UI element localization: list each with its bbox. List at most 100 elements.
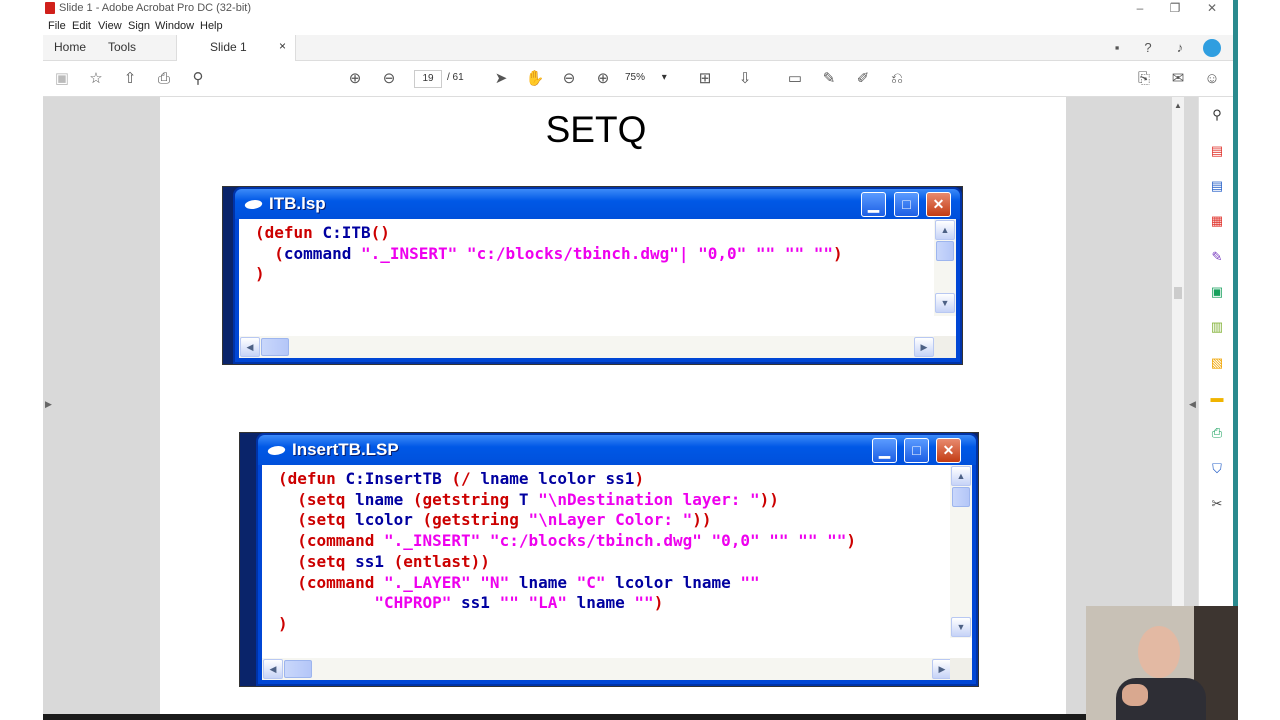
compress-icon[interactable]: ▥ xyxy=(1208,318,1226,336)
scroll-thumb[interactable] xyxy=(1174,287,1182,299)
zoom-select[interactable]: 75% ▾ xyxy=(625,70,671,88)
code-token: ) xyxy=(255,264,265,284)
fill-sign-icon[interactable]: ✎ xyxy=(1208,248,1226,266)
scroll-thumb xyxy=(952,487,970,507)
comment-tool-icon[interactable]: ▬ xyxy=(1208,389,1226,407)
search-zoom-icon[interactable]: ⚲ xyxy=(1208,106,1226,124)
left-panel-toggle-icon[interactable]: ▶ xyxy=(45,399,52,410)
menu-sign[interactable]: Sign xyxy=(128,20,150,32)
bookmark-star-icon[interactable]: ☆ xyxy=(86,69,106,89)
itb-lsp-editor: (defun C:ITB() (command "._INSERT" "c:/b… xyxy=(239,219,956,358)
fit-page-icon[interactable]: ⊞ xyxy=(695,69,715,89)
page-number-input[interactable]: 19 xyxy=(414,70,442,88)
code-token: "" "LA" xyxy=(499,593,577,613)
hand-icon[interactable]: ✋ xyxy=(525,69,545,89)
document-viewer[interactable]: ▶ SETQ ITB.lsp ▁ □ ✕ (defun C:ITB() (com… xyxy=(43,97,1233,720)
comment-icon[interactable]: ▪ xyxy=(1109,40,1125,56)
menu-window[interactable]: Window xyxy=(155,20,194,32)
tab-bar: Home Tools Slide 1 × ▪ ? ♪ xyxy=(43,35,1233,61)
menu-help[interactable]: Help xyxy=(200,20,223,32)
code-token: "C" xyxy=(576,572,616,592)
menu-file[interactable]: File xyxy=(48,20,66,32)
code-token: lname xyxy=(576,593,635,613)
pen-icon[interactable]: ✎ xyxy=(819,69,839,89)
stamp-icon[interactable]: ⎌ xyxy=(887,69,907,89)
code-token: ss1 xyxy=(355,551,394,571)
itb-lsp-frame: ITB.lsp ▁ □ ✕ (defun C:ITB() (command ".… xyxy=(233,187,962,364)
email-icon[interactable]: ✉ xyxy=(1168,69,1188,89)
code-line: ) xyxy=(255,264,843,285)
organize-pages-icon[interactable]: ▦ xyxy=(1208,212,1226,230)
bell-icon[interactable]: ♪ xyxy=(1172,40,1188,56)
scan-icon[interactable]: ▧ xyxy=(1208,354,1226,372)
itb-lsp-title: ITB.lsp xyxy=(269,194,326,213)
tab-home[interactable]: Home xyxy=(54,40,86,54)
save-icon[interactable]: ▣ xyxy=(52,69,72,89)
code-token: "\nDestination layer: " xyxy=(538,489,760,509)
close-icon[interactable]: ✕ xyxy=(1202,1,1222,15)
code-token: "._LAYER" "N" xyxy=(383,572,519,592)
code-token: (setq xyxy=(278,551,356,571)
print-production-icon[interactable]: ⎙ xyxy=(1208,424,1226,442)
scroll-mode-icon[interactable]: ⇩ xyxy=(735,69,755,89)
code-token: C:ITB xyxy=(322,223,371,242)
right-panel-toggle-icon[interactable]: ◀ xyxy=(1189,399,1196,410)
add-person-icon[interactable]: ☺ xyxy=(1202,69,1222,89)
minimize-icon: ▁ xyxy=(861,192,886,217)
code-token: (command xyxy=(278,572,384,592)
scroll-right-icon: ▶ xyxy=(932,659,952,679)
zoom-out-search-icon[interactable]: ⚲ xyxy=(188,69,208,89)
left-desktop-strip xyxy=(0,0,43,720)
title-bar: Slide 1 - Adobe Acrobat Pro DC (32-bit) … xyxy=(43,0,1233,18)
comment-tool-icon[interactable]: ▭ xyxy=(785,69,805,89)
tab-close-icon[interactable]: × xyxy=(279,39,286,53)
inserttb-lsp-titlebar: InsertTB.LSP ▁ □ ✕ xyxy=(258,435,976,465)
scroll-up-icon[interactable]: ▲ xyxy=(1174,101,1182,110)
zoom-in-icon[interactable]: ⊕ xyxy=(593,69,613,89)
code-token: "._INSERT" "c:/blocks/tbinch.dwg"| "0,0"… xyxy=(360,243,833,263)
inserttb-lsp-code: (defun C:InsertTB (/ lname lcolor ss1) (… xyxy=(278,469,856,635)
inserttb-lsp-window: InsertTB.LSP ▁ □ ✕ (defun C:InsertTB (/ … xyxy=(239,432,979,687)
export-pdf-icon[interactable]: ▤ xyxy=(1208,177,1226,195)
scroll-up-icon: ▲ xyxy=(935,220,955,240)
maximize-icon: □ xyxy=(904,438,929,463)
code-token: ss1 xyxy=(461,593,500,613)
resize-grip xyxy=(934,336,956,358)
taskbar xyxy=(43,714,1233,720)
menu-edit[interactable]: Edit xyxy=(72,20,91,32)
code-token: (setq xyxy=(278,510,356,530)
inserttb-lsp-editor: (defun C:InsertTB (/ lname lcolor ss1) (… xyxy=(262,465,972,680)
print-icon[interactable]: ⎙ xyxy=(154,69,174,89)
inserttb-lsp-frame: InsertTB.LSP ▁ □ ✕ (defun C:InsertTB (/ … xyxy=(256,433,978,686)
protect-icon[interactable]: ⛉ xyxy=(1208,460,1226,478)
resize-grip xyxy=(950,658,972,680)
zoom-out-icon[interactable]: ⊖ xyxy=(559,69,579,89)
minimize-icon[interactable]: – xyxy=(1130,1,1150,15)
tab-tools[interactable]: Tools xyxy=(108,40,136,54)
menu-view[interactable]: View xyxy=(98,20,122,32)
share-link-icon[interactable]: ⎘ xyxy=(1134,69,1154,89)
help-icon[interactable]: ? xyxy=(1140,40,1156,56)
code-line: ) xyxy=(278,614,856,635)
code-token: ) xyxy=(278,613,288,633)
scroll-thumb xyxy=(261,338,289,356)
code-token: "" xyxy=(740,572,760,592)
scroll-up-icon: ▲ xyxy=(951,466,971,486)
code-line: "CHPROP" ss1 "" "LA" lname "") xyxy=(278,593,856,614)
restore-icon[interactable]: ❐ xyxy=(1165,1,1185,15)
itb-lsp-titlebar: ITB.lsp ▁ □ ✕ xyxy=(235,189,960,219)
select-cursor-icon[interactable]: ➤ xyxy=(491,69,511,89)
create-pdf-icon[interactable]: ▤ xyxy=(1208,142,1226,160)
code-line: (command "._INSERT" "c:/blocks/tbinch.dw… xyxy=(255,243,843,265)
horizontal-scrollbar: ◀ ▶ xyxy=(239,336,936,358)
account-icon[interactable] xyxy=(1203,39,1221,57)
scroll-thumb xyxy=(936,241,954,261)
upload-icon[interactable]: ⇧ xyxy=(120,69,140,89)
edit-pdf-icon[interactable]: ▣ xyxy=(1208,283,1226,301)
prev-page-icon[interactable]: ⊕ xyxy=(345,69,365,89)
vertical-scrollbar: ▲ ▼ xyxy=(934,219,956,316)
next-page-icon[interactable]: ⊖ xyxy=(379,69,399,89)
more-tools-icon[interactable]: ✂ xyxy=(1208,495,1226,513)
code-token: ) xyxy=(832,243,843,263)
highlight-icon[interactable]: ✐ xyxy=(853,69,873,89)
